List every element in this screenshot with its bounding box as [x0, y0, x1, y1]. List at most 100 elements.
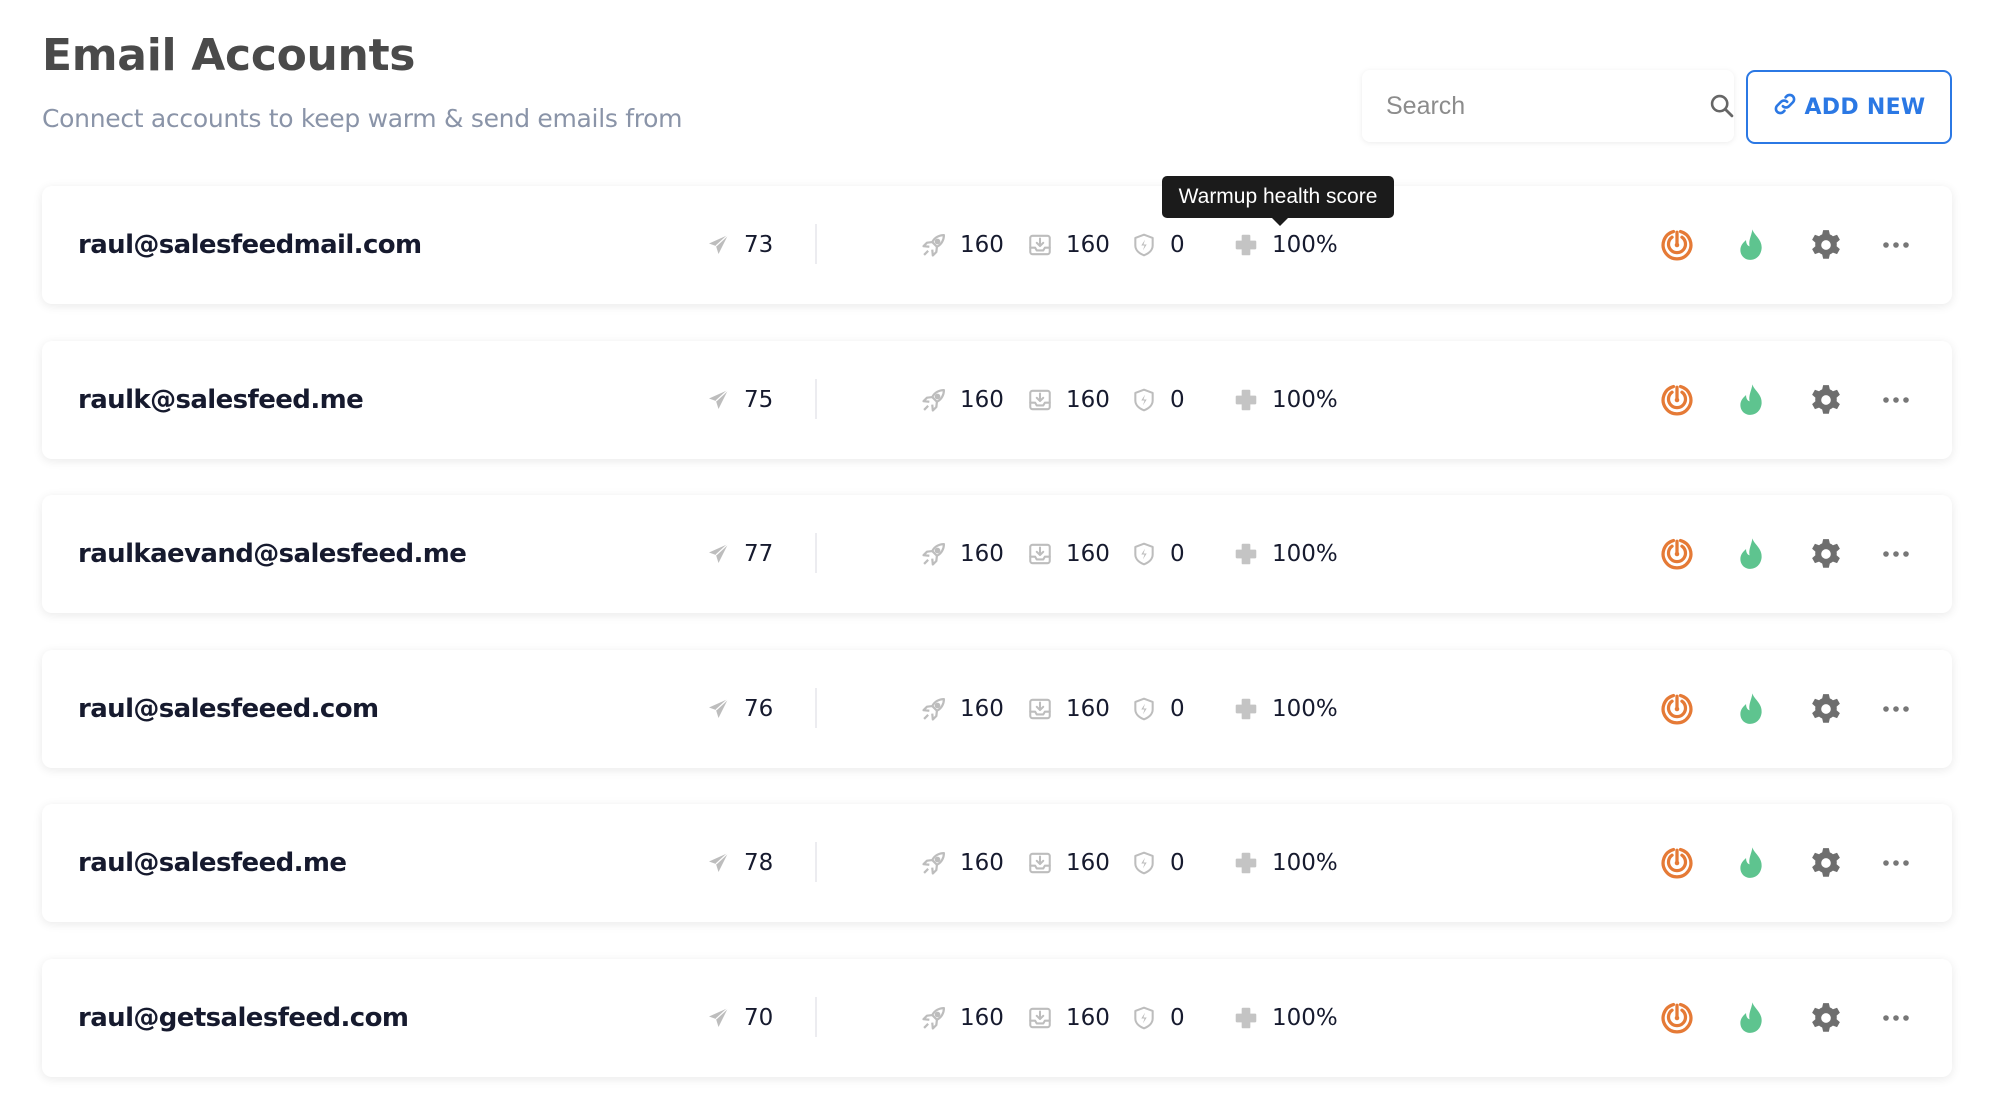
- sent-count-stat: 75: [704, 341, 773, 459]
- add-new-label: ADD NEW: [1804, 94, 1926, 120]
- warmup-sent-count: 160: [960, 1004, 1004, 1031]
- paper-plane-icon: [704, 849, 732, 877]
- inbox-download-icon: [1026, 540, 1054, 568]
- health-cross-icon: [1232, 386, 1260, 414]
- paper-plane-icon: [704, 231, 732, 259]
- warmup-sent-count: 160: [960, 232, 1004, 258]
- health-score-stat[interactable]: 100%: [1232, 495, 1338, 613]
- flame-icon[interactable]: [1733, 845, 1769, 881]
- health-cross-icon: [1232, 231, 1260, 259]
- radar-icon[interactable]: [1659, 227, 1695, 263]
- more-dots-icon[interactable]: [1878, 536, 1914, 572]
- sent-count-stat: 73: [704, 186, 773, 304]
- account-row[interactable]: raulk@salesfeed.me 75 160 160 0 100%: [42, 340, 1952, 459]
- rocket-icon: [920, 849, 948, 877]
- radar-icon[interactable]: [1659, 1000, 1695, 1036]
- inbox-stat: 160: [1026, 650, 1110, 768]
- health-score-stat[interactable]: 100%: [1232, 959, 1338, 1077]
- account-row[interactable]: raul@getsalesfeed.com 70 160 160 0 100%: [42, 958, 1952, 1077]
- search-box[interactable]: [1362, 70, 1734, 142]
- radar-icon[interactable]: [1659, 382, 1695, 418]
- spam-count: 0: [1170, 850, 1185, 877]
- gear-icon[interactable]: [1808, 536, 1844, 572]
- gear-icon[interactable]: [1808, 1000, 1844, 1036]
- inbox-count: 160: [1066, 695, 1110, 722]
- spam-count: 0: [1170, 695, 1185, 722]
- more-dots-icon[interactable]: [1878, 691, 1914, 727]
- health-cross-icon: [1232, 849, 1260, 877]
- spam-count: 0: [1170, 386, 1185, 413]
- account-row[interactable]: raul@salesfeeed.com 76 160 160 0 100%: [42, 649, 1952, 768]
- rocket-icon: [920, 695, 948, 723]
- paper-plane-icon: [704, 1004, 732, 1032]
- inbox-download-icon: [1026, 1004, 1054, 1032]
- stat-divider: [815, 842, 817, 883]
- paper-plane-icon: [704, 386, 732, 414]
- stat-divider: [815, 378, 817, 419]
- inbox-stat: 160: [1026, 804, 1110, 922]
- health-score: 100%: [1272, 541, 1338, 568]
- health-score-stat[interactable]: 100%: [1232, 341, 1338, 459]
- health-cross-icon: [1232, 540, 1260, 568]
- warmup-sent-count: 160: [960, 695, 1004, 722]
- search-input[interactable]: [1386, 91, 1708, 121]
- spam-stat: 0: [1130, 341, 1185, 459]
- inbox-stat: 160: [1026, 341, 1110, 459]
- spam-count: 0: [1170, 232, 1185, 258]
- account-email[interactable]: raul@salesfeed.me: [78, 804, 347, 922]
- inbox-count: 160: [1066, 386, 1110, 413]
- flame-icon[interactable]: [1733, 536, 1769, 572]
- gear-icon[interactable]: [1808, 845, 1844, 881]
- gear-icon[interactable]: [1808, 382, 1844, 418]
- paper-plane-icon: [704, 540, 732, 568]
- account-email[interactable]: raul@salesfeedmail.com: [78, 186, 422, 304]
- account-row[interactable]: raulkaevand@salesfeed.me 77 160 160 0 10…: [42, 495, 1952, 614]
- sent-count-stat: 78: [704, 804, 773, 922]
- add-new-button[interactable]: ADD NEW: [1746, 70, 1952, 144]
- stat-divider: [815, 224, 817, 264]
- more-dots-icon[interactable]: [1878, 227, 1914, 263]
- stat-divider: [815, 687, 817, 728]
- page-subtitle: Connect accounts to keep warm & send ema…: [42, 104, 683, 133]
- shield-bolt-icon: [1130, 695, 1158, 723]
- account-row[interactable]: raul@salesfeedmail.com 73 160 160 0 100%: [42, 186, 1952, 304]
- spam-stat: 0: [1130, 495, 1185, 613]
- warmup-sent-count: 160: [960, 850, 1004, 877]
- warmup-sent-count: 160: [960, 386, 1004, 413]
- shield-bolt-icon: [1130, 1004, 1158, 1032]
- flame-icon[interactable]: [1733, 1000, 1769, 1036]
- health-score: 100%: [1272, 1004, 1338, 1031]
- health-score-stat[interactable]: 100%: [1232, 650, 1338, 768]
- health-cross-icon: [1232, 695, 1260, 723]
- inbox-download-icon: [1026, 849, 1054, 877]
- account-email[interactable]: raul@salesfeeed.com: [78, 650, 379, 768]
- radar-icon[interactable]: [1659, 536, 1695, 572]
- flame-icon[interactable]: [1733, 691, 1769, 727]
- inbox-download-icon: [1026, 695, 1054, 723]
- gear-icon[interactable]: [1808, 691, 1844, 727]
- account-email[interactable]: raulk@salesfeed.me: [78, 341, 364, 459]
- spam-count: 0: [1170, 541, 1185, 568]
- more-dots-icon[interactable]: [1878, 1000, 1914, 1036]
- radar-icon[interactable]: [1659, 845, 1695, 881]
- flame-icon[interactable]: [1733, 227, 1769, 263]
- spam-stat: 0: [1130, 804, 1185, 922]
- health-score: 100%: [1272, 850, 1338, 877]
- warmup-sent-stat: 160: [920, 341, 1004, 459]
- account-email[interactable]: raulkaevand@salesfeed.me: [78, 495, 467, 613]
- search-icon[interactable]: [1708, 90, 1736, 122]
- health-score-stat[interactable]: 100%: [1232, 804, 1338, 922]
- sent-count: 73: [744, 232, 774, 258]
- gear-icon[interactable]: [1808, 227, 1844, 263]
- more-dots-icon[interactable]: [1878, 845, 1914, 881]
- inbox-count: 160: [1066, 541, 1110, 568]
- account-row[interactable]: raul@salesfeed.me 78 160 160 0 100%: [42, 804, 1952, 923]
- account-email[interactable]: raul@getsalesfeed.com: [78, 959, 409, 1077]
- warmup-sent-stat: 160: [920, 186, 1004, 304]
- paper-plane-icon: [704, 695, 732, 723]
- stat-divider: [815, 533, 817, 574]
- flame-icon[interactable]: [1733, 382, 1769, 418]
- spam-stat: 0: [1130, 959, 1185, 1077]
- more-dots-icon[interactable]: [1878, 382, 1914, 418]
- radar-icon[interactable]: [1659, 691, 1695, 727]
